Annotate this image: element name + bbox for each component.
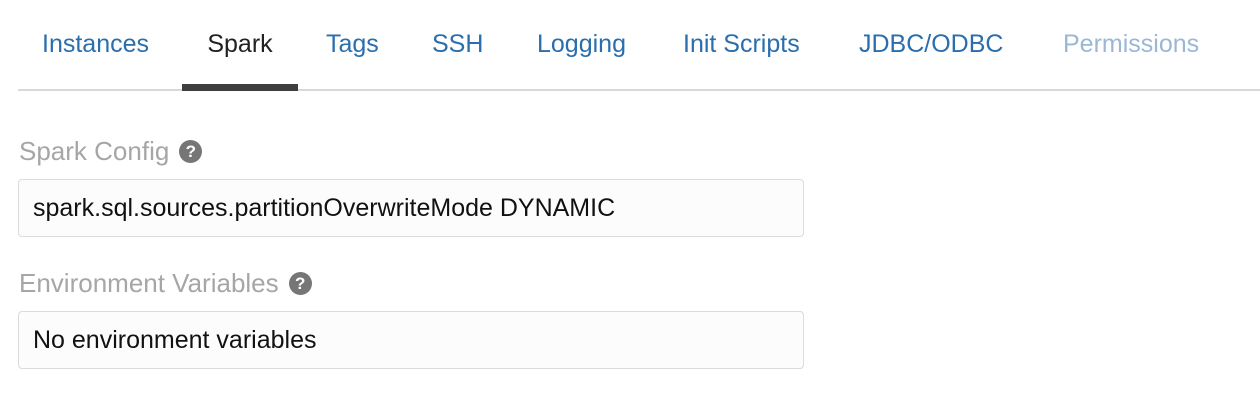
question-circle-icon[interactable]: ? xyxy=(179,139,203,163)
tab-tags[interactable]: Tags xyxy=(326,0,379,89)
tab-jdbc-odbc[interactable]: JDBC/ODBC xyxy=(859,0,1003,89)
config-tab-bar: Instances Spark Tags SSH Logging Init Sc… xyxy=(18,0,1260,91)
tab-init-scripts[interactable]: Init Scripts xyxy=(683,0,800,89)
tab-spark[interactable]: Spark xyxy=(182,0,298,91)
environment-variables-label: Environment Variables ? xyxy=(19,264,312,302)
environment-variables-field[interactable]: No environment variables xyxy=(18,311,804,369)
tab-ssh[interactable]: SSH xyxy=(432,0,483,89)
cluster-configuration-page: Instances Spark Tags SSH Logging Init Sc… xyxy=(0,0,1260,398)
tab-permissions: Permissions xyxy=(1063,30,1200,58)
environment-variables-label-text: Environment Variables xyxy=(19,267,279,298)
spark-config-label: Spark Config ? xyxy=(19,132,203,170)
tab-logging[interactable]: Logging xyxy=(537,0,626,89)
tab-instances[interactable]: Instances xyxy=(42,0,149,89)
question-circle-icon[interactable]: ? xyxy=(288,271,312,295)
spark-config-field[interactable]: spark.sql.sources.partitionOverwriteMode… xyxy=(18,179,804,237)
spark-config-label-text: Spark Config xyxy=(19,135,170,166)
